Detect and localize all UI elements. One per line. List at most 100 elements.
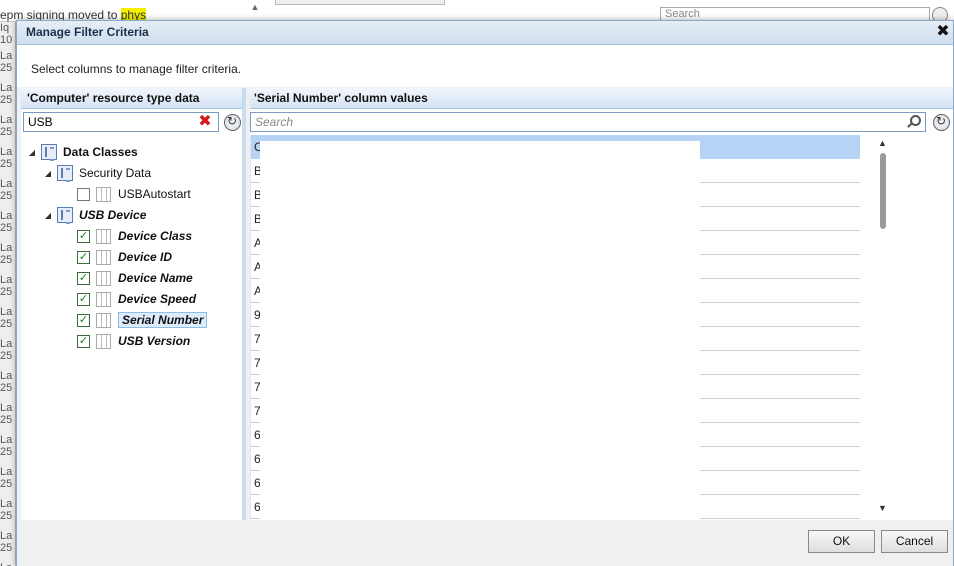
expand-triangle-icon[interactable]: ◢ bbox=[27, 148, 37, 157]
dialog-titlebar: Manage Filter Criteria ✖ bbox=[17, 21, 953, 45]
background-tab-strip bbox=[275, 0, 445, 5]
background-list-fragment: 25 bbox=[0, 478, 13, 490]
resource-data-pane: 'Computer' resource type data ✖ ◢ Data C… bbox=[21, 88, 246, 520]
values-scrollbar[interactable]: ▲ ▼ bbox=[875, 136, 891, 520]
redacted-area bbox=[260, 141, 700, 520]
scroll-down-icon[interactable]: ▼ bbox=[878, 503, 887, 513]
background-list-fragment: 25 bbox=[0, 254, 13, 266]
background-list-fragment: La bbox=[0, 114, 13, 126]
background-list-fragment: 25 bbox=[0, 510, 13, 522]
column-icon bbox=[96, 186, 111, 202]
tree-node-device-name[interactable]: ✓ Device Name bbox=[77, 268, 193, 288]
values-list: CBBBAAA977776666 bbox=[250, 135, 860, 520]
tree-filter-row: ✖ bbox=[21, 109, 242, 135]
background-list-fragment: 25 bbox=[0, 318, 13, 330]
tree-node-security-data[interactable]: ◢ Security Data bbox=[43, 163, 151, 183]
tree-filter-input[interactable] bbox=[23, 112, 219, 132]
background-list-fragment: Iq bbox=[0, 22, 10, 34]
tree-node-device-class[interactable]: ✓ Device Class bbox=[77, 226, 192, 246]
checkbox-device-name[interactable]: ✓ bbox=[77, 271, 90, 285]
background-list-fragment: 25 bbox=[0, 414, 13, 426]
manage-filter-criteria-dialog: Manage Filter Criteria ✖ Select columns … bbox=[16, 20, 954, 566]
background-list-fragment: La bbox=[0, 50, 13, 62]
background-list-fragment: 25 bbox=[0, 350, 13, 362]
tree-label-serial-number: Serial Number bbox=[118, 312, 208, 328]
close-icon[interactable]: ✖ bbox=[935, 23, 951, 41]
ok-button[interactable]: OK bbox=[808, 530, 875, 553]
background-list-fragment: La bbox=[0, 402, 13, 414]
instruction-text: Select columns to manage filter criteria… bbox=[31, 62, 242, 76]
background-list: Iq 10 La 25 La 25 La 25 La 25 La 25 La 25 La 25 La 25 La 25… bbox=[0, 22, 16, 566]
checkbox-device-class[interactable]: ✓ bbox=[77, 229, 90, 243]
tree-refresh-icon[interactable] bbox=[224, 114, 241, 131]
column-icon bbox=[96, 228, 111, 244]
background-list-fragment: 25 bbox=[0, 382, 13, 394]
values-search-input[interactable] bbox=[250, 112, 926, 132]
scroll-thumb[interactable] bbox=[880, 153, 886, 229]
tree-label-device-id: Device ID bbox=[118, 250, 173, 264]
column-values-pane: 'Serial Number' column values CBBBAAA977… bbox=[250, 88, 953, 520]
background-list-fragment: 25 bbox=[0, 158, 13, 170]
checkbox-device-speed[interactable]: ✓ bbox=[77, 292, 90, 306]
background-scroll-up-icon: ▲ bbox=[250, 2, 260, 12]
tree-label-usb-version: USB Version bbox=[118, 334, 191, 348]
background-list-fragment: La bbox=[0, 274, 13, 286]
scroll-up-icon[interactable]: ▲ bbox=[878, 138, 887, 148]
values-refresh-icon[interactable] bbox=[933, 114, 950, 131]
tree-label-usb-device: USB Device bbox=[79, 208, 147, 222]
tree-node-data-classes[interactable]: ◢ Data Classes bbox=[27, 142, 138, 162]
resource-data-header: 'Computer' resource type data bbox=[21, 88, 242, 109]
tree-label-data-classes: Data Classes bbox=[63, 145, 138, 159]
values-search-row bbox=[250, 109, 953, 135]
column-icon bbox=[96, 333, 111, 349]
background-list-fragment: 25 bbox=[0, 94, 13, 106]
background-list-fragment: La bbox=[0, 146, 13, 158]
background-list-fragment: 25 bbox=[0, 190, 13, 202]
column-icon bbox=[96, 312, 111, 328]
background-list-fragment: La bbox=[0, 466, 13, 478]
column-icon bbox=[96, 249, 111, 265]
clear-filter-icon[interactable]: ✖ bbox=[197, 114, 213, 130]
background-toolbar: epm signing moved to phys ▲ Search bbox=[0, 0, 954, 23]
checkbox-usb-version[interactable]: ✓ bbox=[77, 334, 90, 348]
background-list-fragment: La bbox=[0, 434, 13, 446]
tree-label-security-data: Security Data bbox=[79, 166, 152, 180]
checkbox-serial-number[interactable]: ✓ bbox=[77, 313, 90, 327]
background-list-fragment: La bbox=[0, 530, 13, 542]
data-class-icon bbox=[57, 165, 73, 182]
column-values-header: 'Serial Number' column values bbox=[250, 88, 953, 109]
data-class-icon bbox=[41, 144, 57, 161]
background-list-fragment: La bbox=[0, 242, 13, 254]
cancel-button[interactable]: Cancel bbox=[881, 530, 948, 553]
tree-node-device-id[interactable]: ✓ Device ID bbox=[77, 247, 172, 267]
checkbox-device-id[interactable]: ✓ bbox=[77, 250, 90, 264]
expand-triangle-icon[interactable]: ◢ bbox=[43, 211, 53, 220]
background-list-fragment: La bbox=[0, 178, 13, 190]
background-list-fragment: La bbox=[0, 210, 13, 222]
tree-node-usbautostart[interactable]: USBAutostart bbox=[77, 184, 191, 204]
dialog-title: Manage Filter Criteria bbox=[26, 25, 149, 39]
background-list-fragment: La bbox=[0, 338, 13, 350]
tree-node-serial-number[interactable]: ✓ Serial Number bbox=[77, 310, 208, 330]
background-list-fragment: La bbox=[0, 82, 13, 94]
tree-label-device-speed: Device Speed bbox=[118, 292, 197, 306]
background-list-fragment: 10 bbox=[0, 34, 13, 46]
checkbox-usbautostart[interactable] bbox=[77, 187, 90, 201]
background-list-fragment: 25 bbox=[0, 286, 13, 298]
search-icon[interactable] bbox=[906, 115, 921, 129]
background-list-fragment: La bbox=[0, 370, 13, 382]
background-list-fragment: 25 bbox=[0, 542, 13, 554]
instruction-area: Select columns to manage filter criteria… bbox=[17, 45, 953, 87]
data-class-icon bbox=[57, 207, 73, 224]
tree-label-device-name: Device Name bbox=[118, 271, 193, 285]
tree-node-usb-device[interactable]: ◢ USB Device bbox=[43, 205, 146, 225]
tree-label-usbautostart: USBAutostart bbox=[118, 187, 191, 201]
tree-node-usb-version[interactable]: ✓ USB Version bbox=[77, 331, 190, 351]
column-icon bbox=[96, 270, 111, 286]
dialog-footer: OK Cancel bbox=[17, 520, 953, 566]
background-list-fragment: 25 bbox=[0, 446, 13, 458]
expand-triangle-icon[interactable]: ◢ bbox=[43, 169, 53, 178]
tree-node-device-speed[interactable]: ✓ Device Speed bbox=[77, 289, 196, 309]
background-list-fragment: La bbox=[0, 498, 13, 510]
background-list-fragment: 25 bbox=[0, 126, 13, 138]
